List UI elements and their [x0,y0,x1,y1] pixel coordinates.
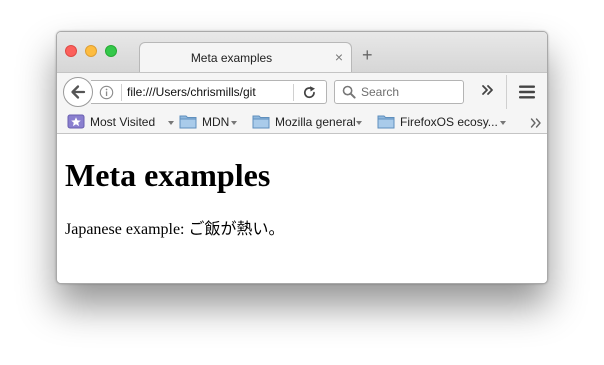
tab-title: Meta examples [190,51,273,65]
star-folder-icon [67,113,85,134]
window-minimize-button[interactable] [85,45,97,57]
reload-icon[interactable] [302,85,317,105]
browser-window: Meta examples × + file:///Users/chrismil… [56,31,548,284]
bookmark-mdn[interactable]: MDN [179,113,241,131]
chevron-down-icon [500,121,506,125]
tab-strip: Meta examples × + [57,32,547,73]
hamburger-menu-icon[interactable] [518,84,536,105]
bookmarks-overflow-icon[interactable] [530,116,542,134]
folder-icon [377,113,395,134]
info-icon[interactable] [99,85,114,105]
bookmark-mozilla-general[interactable]: Mozilla general [252,113,370,131]
window-maximize-button[interactable] [105,45,117,57]
tab-close-icon[interactable]: × [335,49,343,65]
search-input[interactable] [361,82,459,102]
folder-icon [252,113,270,134]
search-icon [342,85,356,104]
chevron-down-icon [231,121,237,125]
reload-separator [293,84,294,101]
back-arrow-icon [71,85,86,99]
page-paragraph: Japanese example: ご飯が熱い。 [65,221,285,238]
page-heading: Meta examples [65,157,271,193]
bookmark-label: Most Visited [90,115,156,129]
url-bar[interactable]: file:///Users/chrismills/git [91,80,327,104]
bookmarks-toolbar: Most Visited MDN Mozilla general Firefox… [57,110,547,134]
window-close-button[interactable] [65,45,77,57]
url-text[interactable]: file:///Users/chrismills/git [127,85,279,99]
toolbar-divider [506,75,507,109]
back-button[interactable] [63,77,93,107]
tab-meta-examples[interactable]: Meta examples × [139,42,352,73]
chevron-down-icon [168,121,174,125]
bookmark-label: FirefoxOS ecosy... [400,115,498,129]
folder-icon [179,113,197,134]
search-bar[interactable] [334,80,464,104]
bookmark-most-visited[interactable]: Most Visited [67,113,174,134]
page-content: Meta examples Japanese example: ご飯が熱い。 [57,135,547,283]
bookmark-label: Mozilla general [275,115,356,129]
navigation-toolbar: file:///Users/chrismills/git [57,72,547,110]
chevron-down-icon [356,121,362,125]
toolbar-overflow-icon[interactable] [481,83,495,102]
bookmark-label: MDN [202,115,230,129]
new-tab-button[interactable]: + [362,46,373,64]
url-separator [121,84,122,101]
bookmark-firefoxos-ecosystem[interactable]: FirefoxOS ecosy... [377,113,509,131]
